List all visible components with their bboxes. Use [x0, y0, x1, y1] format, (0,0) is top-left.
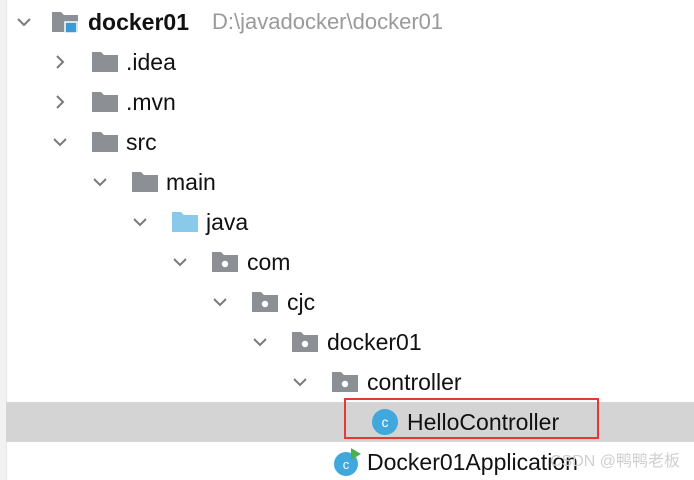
tree-row-src[interactable]: src [6, 122, 694, 162]
tree-row-mvn[interactable]: .mvn [6, 82, 694, 122]
source-folder-icon [168, 202, 202, 242]
tree-label-root: docker01 [88, 9, 190, 35]
module-folder-icon [48, 2, 82, 42]
tree-row-com[interactable]: com [6, 242, 694, 282]
chevron-right-icon[interactable] [48, 82, 72, 122]
chevron-down-icon[interactable] [48, 122, 72, 162]
tree-row-root[interactable]: docker01 D:\javadocker\docker01 [6, 2, 694, 42]
tree-row-idea[interactable]: .idea [6, 42, 694, 82]
chevron-down-icon[interactable] [88, 162, 112, 202]
folder-icon [88, 42, 122, 82]
tree-row-java[interactable]: java [6, 202, 694, 242]
tree-row-docker01-package[interactable]: docker01 [6, 322, 694, 362]
chevron-down-icon[interactable] [12, 2, 36, 42]
tree-label-main: main [166, 169, 216, 195]
tree-label-mvn: .mvn [126, 89, 176, 115]
chevron-right-icon[interactable] [48, 42, 72, 82]
spring-boot-class-icon: c [330, 442, 364, 480]
tree-path-root: D:\javadocker\docker01 [212, 9, 444, 34]
tree-label-java: java [206, 209, 249, 235]
tree-label-docker01-application: Docker01Application [367, 449, 578, 475]
folder-icon [88, 122, 122, 162]
svg-text:c: c [343, 457, 350, 472]
highlight-annotation-box [344, 398, 599, 439]
chevron-down-icon[interactable] [128, 202, 152, 242]
tree-label-docker01-package: docker01 [327, 329, 422, 355]
tree-label-controller: controller [367, 369, 462, 395]
chevron-down-icon[interactable] [288, 362, 312, 402]
package-icon [208, 242, 242, 282]
chevron-down-icon[interactable] [168, 242, 192, 282]
tree-label-src: src [126, 129, 157, 155]
watermark: CSDN @鸭鸭老板 [549, 453, 680, 470]
package-icon [248, 282, 282, 322]
tree-label-cjc: cjc [287, 289, 316, 315]
tree-row-cjc[interactable]: cjc [6, 282, 694, 322]
tree-label-idea: .idea [126, 49, 176, 75]
chevron-down-icon[interactable] [248, 322, 272, 362]
folder-icon [88, 82, 122, 122]
tree-row-main[interactable]: main [6, 162, 694, 202]
project-tree-panel: docker01 D:\javadocker\docker01 .idea .m… [0, 0, 694, 480]
folder-icon [128, 162, 162, 202]
chevron-down-icon[interactable] [208, 282, 232, 322]
tree-row-controller[interactable]: controller [6, 362, 694, 402]
package-icon [328, 362, 362, 402]
tree-label-com: com [247, 249, 291, 275]
package-icon [288, 322, 322, 362]
